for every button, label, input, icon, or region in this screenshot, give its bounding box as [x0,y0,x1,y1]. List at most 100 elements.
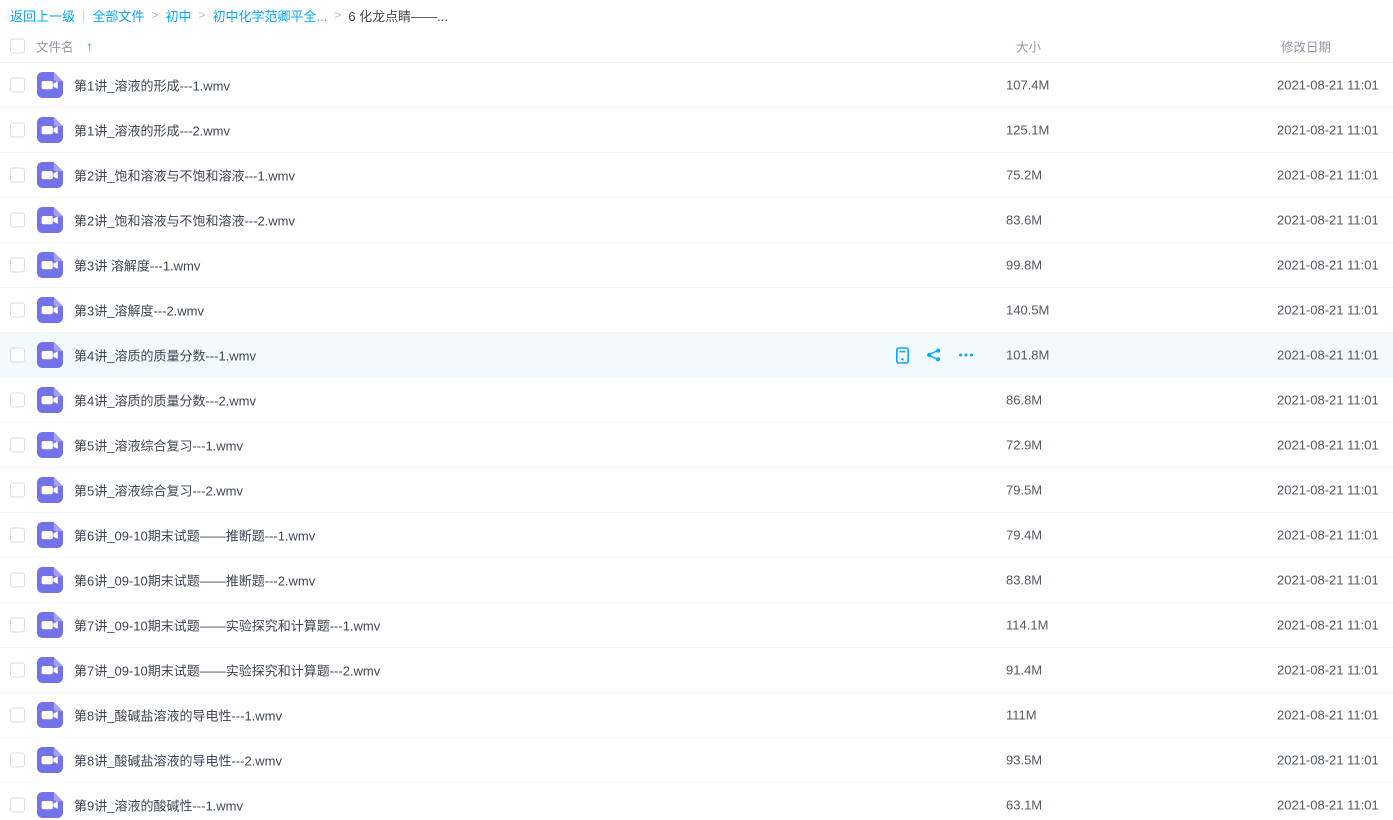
row-checkbox[interactable] [10,798,25,813]
file-name-link[interactable]: 第6讲_09-10期末试题——推断题---2.wmv [74,571,315,590]
table-row[interactable]: 第8讲_酸碱盐溶液的导电性---1.wmv [0,693,1393,738]
file-name-link[interactable]: 第5讲_溶液综合复习---2.wmv [74,481,243,500]
file-name-link[interactable]: 第1讲_溶液的形成---1.wmv [74,76,230,95]
table-row[interactable]: 第2讲_饱和溶液与不饱和溶液---2.wmv [0,198,1393,243]
table-row[interactable]: 第3讲 溶解度---1.wmv [0,243,1393,288]
file-name-link[interactable]: 第3讲 溶解度---1.wmv [74,256,200,275]
table-row[interactable]: 第1讲_溶液的形成---2.wmv [0,108,1393,153]
row-checkbox[interactable] [10,483,25,498]
video-file-icon[interactable] [37,657,63,683]
breadcrumb-link-junior[interactable]: 初中 [165,6,191,25]
video-file-icon[interactable] [37,567,63,593]
table-row[interactable]: 第4讲_溶质的质量分数---2.wmv [0,378,1393,423]
file-list-header: 文件名 ↑ 大小 修改日期 [0,30,1393,63]
file-name-link[interactable]: 第2讲_饱和溶液与不饱和溶液---1.wmv [74,166,295,185]
more-actions-icon[interactable] [958,347,974,364]
file-name-link[interactable]: 第2讲_饱和溶液与不饱和溶液---2.wmv [74,211,295,230]
table-row[interactable]: 第1讲_溶液的形成---1.wmv [0,63,1393,108]
video-file-icon[interactable] [37,162,63,188]
row-checkbox[interactable] [10,258,25,273]
breadcrumb: 返回上一级 | 全部文件 > 初中 > 初中化学范卿平全... > 6 化龙点睛… [0,0,1393,30]
file-size: 140.5M [1006,303,1049,318]
file-date: 2021-08-21 11:01 [1277,438,1379,453]
video-file-icon[interactable] [37,72,63,98]
table-row[interactable]: 第8讲_酸碱盐溶液的导电性---2.wmv [0,738,1393,783]
table-row[interactable]: 第5讲_溶液综合复习---2.wmv [0,468,1393,513]
table-row[interactable]: 第7讲_09-10期末试题——实验探究和计算题---1.wmv [0,603,1393,648]
file-date: 2021-08-21 11:01 [1277,258,1379,273]
file-date: 2021-08-21 11:01 [1277,393,1379,408]
table-row[interactable]: 第7讲_09-10期末试题——实验探究和计算题---2.wmv [0,648,1393,693]
file-size: 101.8M [1006,348,1049,363]
file-size: 72.9M [1006,438,1042,453]
video-file-icon[interactable] [37,747,63,773]
row-checkbox[interactable] [10,618,25,633]
file-date: 2021-08-21 11:01 [1277,528,1379,543]
file-name-link[interactable]: 第8讲_酸碱盐溶液的导电性---1.wmv [74,706,282,725]
row-checkbox[interactable] [10,438,25,453]
table-row[interactable]: 第4讲_溶质的质量分数---1.wmv [0,333,1393,378]
file-size: 83.6M [1006,213,1042,228]
save-to-device-icon[interactable] [894,347,910,364]
row-checkbox[interactable] [10,78,25,93]
row-checkbox[interactable] [10,213,25,228]
file-size: 63.1M [1006,798,1042,813]
column-header-size[interactable]: 大小 [1016,37,1041,56]
row-checkbox[interactable] [10,753,25,768]
table-row[interactable]: 第2讲_饱和溶液与不饱和溶液---1.wmv [0,153,1393,198]
file-name-link[interactable]: 第4讲_溶质的质量分数---1.wmv [74,346,256,365]
video-file-icon[interactable] [37,702,63,728]
file-date: 2021-08-21 11:01 [1277,753,1379,768]
row-checkbox[interactable] [10,123,25,138]
video-file-icon[interactable] [37,477,63,503]
table-row[interactable]: 第5讲_溶液综合复习---1.wmv [0,423,1393,468]
file-date: 2021-08-21 11:01 [1277,123,1379,138]
breadcrumb-pipe-separator: | [82,8,85,23]
file-name-link[interactable]: 第6讲_09-10期末试题——推断题---1.wmv [74,526,315,545]
row-checkbox[interactable] [10,528,25,543]
file-name-link[interactable]: 第9讲_溶液的酸碱性---1.wmv [74,796,243,815]
row-checkbox[interactable] [10,348,25,363]
file-name-link[interactable]: 第1讲_溶液的形成---2.wmv [74,121,230,140]
file-name-link[interactable]: 第5讲_溶液综合复习---1.wmv [74,436,243,455]
file-size: 93.5M [1006,753,1042,768]
video-file-icon[interactable] [37,252,63,278]
file-date: 2021-08-21 11:01 [1277,303,1379,318]
video-file-icon[interactable] [37,117,63,143]
row-checkbox[interactable] [10,663,25,678]
table-row[interactable]: 第9讲_溶液的酸碱性---1.wmv [0,783,1393,820]
file-date: 2021-08-21 11:01 [1277,168,1379,183]
file-name-link[interactable]: 第7讲_09-10期末试题——实验探究和计算题---1.wmv [74,616,380,635]
select-all-checkbox[interactable] [10,39,25,54]
table-row[interactable]: 第6讲_09-10期末试题——推断题---1.wmv [0,513,1393,558]
file-name-link[interactable]: 第8讲_酸碱盐溶液的导电性---2.wmv [74,751,282,770]
video-file-icon[interactable] [37,207,63,233]
file-size: 91.4M [1006,663,1042,678]
video-file-icon[interactable] [37,522,63,548]
breadcrumb-back-link[interactable]: 返回上一级 [10,6,75,25]
table-row[interactable]: 第6讲_09-10期末试题——推断题---2.wmv [0,558,1393,603]
row-checkbox[interactable] [10,708,25,723]
video-file-icon[interactable] [37,297,63,323]
video-file-icon[interactable] [37,612,63,638]
file-name-link[interactable]: 第4讲_溶质的质量分数---2.wmv [74,391,256,410]
row-checkbox[interactable] [10,573,25,588]
sort-ascending-icon[interactable]: ↑ [86,38,93,54]
file-name-link[interactable]: 第3讲_溶解度---2.wmv [74,301,204,320]
video-file-icon[interactable] [37,792,63,818]
breadcrumb-link-all-files[interactable]: 全部文件 [92,6,144,25]
file-date: 2021-08-21 11:01 [1277,573,1379,588]
video-file-icon[interactable] [37,387,63,413]
row-checkbox[interactable] [10,168,25,183]
file-size: 99.8M [1006,258,1042,273]
row-checkbox[interactable] [10,393,25,408]
video-file-icon[interactable] [37,432,63,458]
file-name-link[interactable]: 第7讲_09-10期末试题——实验探究和计算题---2.wmv [74,661,380,680]
video-file-icon[interactable] [37,342,63,368]
column-header-date[interactable]: 修改日期 [1281,37,1331,56]
breadcrumb-link-chemistry-course[interactable]: 初中化学范卿平全... [212,6,327,25]
row-checkbox[interactable] [10,303,25,318]
table-row[interactable]: 第3讲_溶解度---2.wmv [0,288,1393,333]
share-icon[interactable] [926,347,942,364]
column-header-filename[interactable]: 文件名 [36,37,74,56]
